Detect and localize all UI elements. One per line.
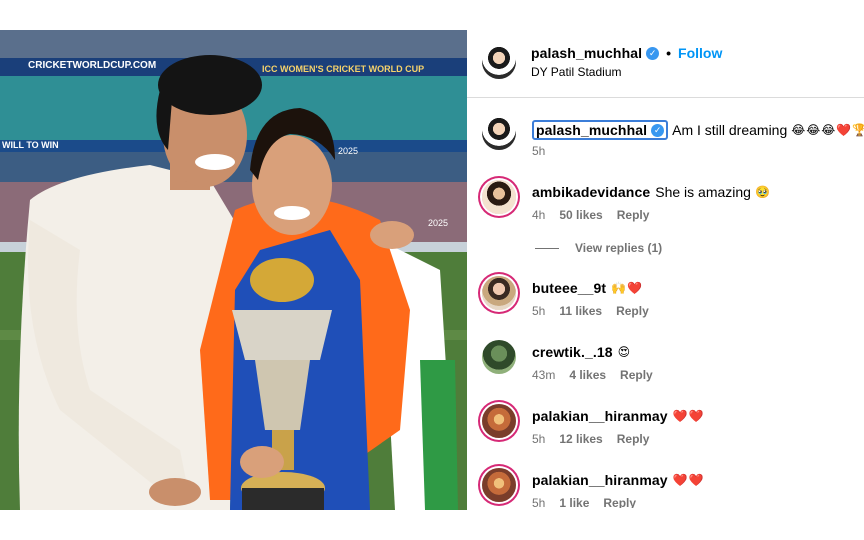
- board-2025-top: 2025: [338, 146, 358, 156]
- location-link[interactable]: DY Patil Stadium: [531, 65, 622, 79]
- comment-time[interactable]: 5h: [532, 432, 545, 446]
- caption-laughing-emojis: 😂😂😂: [791, 123, 837, 137]
- caption-text: Am I still dreaming: [672, 122, 788, 138]
- comment-text: She is amazing: [655, 184, 751, 200]
- comments-panel: palash_muchhal ✓ • Follow DY Patil Stadi…: [467, 30, 864, 510]
- comment-meta: 5h 1 like Reply: [532, 496, 636, 508]
- comment-reply-button[interactable]: Reply: [617, 208, 650, 222]
- comment-time[interactable]: 4h: [532, 208, 545, 222]
- comment-emoji: 😍: [617, 345, 632, 359]
- caption-meta: 5h: [532, 144, 545, 158]
- comment-time[interactable]: 43m: [532, 368, 555, 382]
- verified-badge-icon: ✓: [646, 46, 660, 60]
- comment-line: palakian__hiranmay ❤️❤️: [532, 408, 705, 424]
- view-replies-button[interactable]: View replies (1): [535, 241, 662, 255]
- commenter-username[interactable]: palakian__hiranmay: [532, 408, 668, 424]
- header-separator: •: [666, 45, 672, 61]
- caption-time[interactable]: 5h: [532, 144, 545, 158]
- stadium-banner-right: ICC WOMEN'S CRICKET WORLD CUP: [262, 64, 424, 74]
- comment-meta: 5h 12 likes Reply: [532, 432, 649, 446]
- comment-reply-button[interactable]: Reply: [603, 496, 636, 508]
- comment-likes[interactable]: 11 likes: [559, 304, 602, 318]
- comment-meta: 5h 11 likes Reply: [532, 304, 649, 318]
- commenter-username[interactable]: palakian__hiranmay: [532, 472, 668, 488]
- caption-heart-emoji: ❤️: [836, 123, 853, 137]
- replies-dash: [535, 247, 559, 249]
- view-replies-label: View replies (1): [575, 241, 663, 255]
- comment-time[interactable]: 5h: [532, 304, 545, 318]
- comment-line: palakian__hiranmay ❤️❤️: [532, 472, 705, 488]
- commenter-username[interactable]: ambikadevidance: [532, 184, 650, 200]
- comment-heart-emoji: ❤️❤️: [672, 409, 705, 423]
- board-2025-bottom: 2025: [428, 218, 448, 228]
- author-avatar[interactable]: [482, 45, 516, 79]
- comment-emoji: 🥹: [754, 185, 771, 199]
- comment-heart-emoji: ❤️: [627, 281, 644, 295]
- comment-likes[interactable]: 50 likes: [559, 208, 602, 222]
- comment-meta: 43m 4 likes Reply: [532, 368, 653, 382]
- post-photo-artwork: CRICKETWORLDCUP.COM ICC WOMEN'S CRICKET …: [0, 30, 467, 510]
- stadium-banner-left: CRICKETWORLDCUP.COM: [28, 60, 156, 71]
- post-header: palash_muchhal ✓ • Follow DY Patil Stadi…: [467, 30, 864, 98]
- comment-meta: 4h 50 likes Reply: [532, 208, 649, 222]
- comment-emoji: 🙌: [611, 281, 628, 295]
- comment-reply-button[interactable]: Reply: [620, 368, 653, 382]
- commenter-avatar[interactable]: [482, 404, 516, 438]
- header-user-row: palash_muchhal ✓ • Follow: [531, 45, 722, 61]
- commenter-username[interactable]: buteee__9t: [532, 280, 606, 296]
- caption-username-box[interactable]: palash_muchhal ✓: [532, 120, 669, 140]
- comment-reply-button[interactable]: Reply: [616, 304, 649, 318]
- comment-reply-button[interactable]: Reply: [617, 432, 650, 446]
- caption-line: palash_muchhal ✓ Am I still dreaming 😂😂😂…: [532, 120, 864, 140]
- comment-time[interactable]: 5h: [532, 496, 545, 508]
- comment-line: ambikadevidance She is amazing 🥹: [532, 184, 771, 200]
- comment-likes[interactable]: 12 likes: [559, 432, 602, 446]
- comment-likes[interactable]: 1 like: [559, 496, 589, 508]
- follow-button[interactable]: Follow: [678, 45, 722, 61]
- caption-avatar[interactable]: [482, 116, 516, 150]
- commenter-username[interactable]: crewtik._.18: [532, 344, 613, 360]
- commenter-avatar[interactable]: [482, 180, 516, 214]
- commenter-avatar[interactable]: [482, 340, 516, 374]
- caption-trophy-emoji: 🏆: [852, 123, 864, 137]
- comment-line: crewtik._.18 😍: [532, 344, 631, 360]
- post-photo[interactable]: CRICKETWORLDCUP.COM ICC WOMEN'S CRICKET …: [0, 30, 467, 510]
- caption-username[interactable]: palash_muchhal: [536, 122, 647, 138]
- comment-likes[interactable]: 4 likes: [569, 368, 606, 382]
- commenter-avatar[interactable]: [482, 276, 516, 310]
- author-username[interactable]: palash_muchhal: [531, 45, 642, 61]
- verified-badge-icon: ✓: [651, 123, 665, 137]
- comment-heart-emoji: ❤️❤️: [672, 473, 705, 487]
- comment-line: buteee__9t 🙌 ❤️: [532, 280, 643, 296]
- commenter-avatar[interactable]: [482, 468, 516, 502]
- stadium-board-will-to-win: WILL TO WIN: [2, 140, 59, 150]
